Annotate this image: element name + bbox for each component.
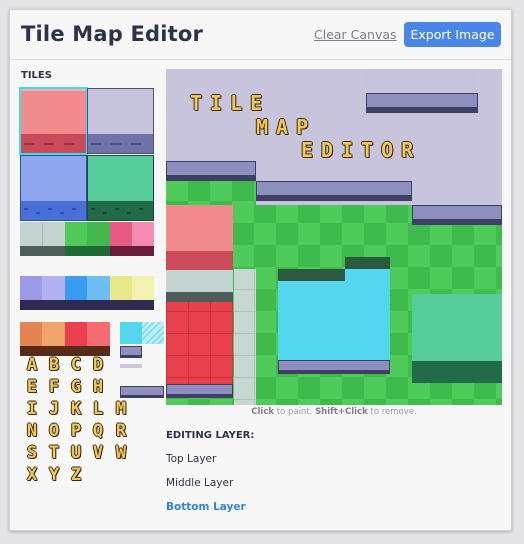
map-canvas[interactable]: TILE MAP EDITOR bbox=[166, 69, 502, 405]
letter-tile-s[interactable]: S bbox=[22, 443, 42, 463]
canvas-title-tile: TILE bbox=[190, 91, 271, 115]
letter-tile-t[interactable]: T bbox=[44, 443, 64, 463]
hint-click: Click bbox=[251, 407, 275, 417]
layer-option-bottom[interactable]: Bottom Layer bbox=[166, 501, 246, 513]
letter-tile-l[interactable]: L bbox=[88, 399, 108, 419]
layer-option-middle[interactable]: Middle Layer bbox=[166, 477, 233, 489]
letter-tile-r[interactable]: R bbox=[110, 421, 132, 441]
letter-tile-f[interactable]: F bbox=[44, 377, 64, 397]
letter-tile-u[interactable]: U bbox=[66, 443, 86, 463]
layer-option-top[interactable]: Top Layer bbox=[166, 453, 216, 465]
letter-tile-v[interactable]: V bbox=[88, 443, 108, 463]
letter-tile-m[interactable]: M bbox=[110, 399, 132, 419]
tile-cyan[interactable] bbox=[120, 322, 142, 344]
tiles-heading: TILES bbox=[21, 70, 52, 81]
letter-tile-w[interactable]: W bbox=[110, 443, 132, 463]
tile-strip-gray-green-pink[interactable] bbox=[20, 222, 154, 256]
letter-tile-e[interactable]: E bbox=[22, 377, 42, 397]
hint-shift-text: to remove. bbox=[367, 407, 417, 417]
letter-tile-k[interactable]: K bbox=[66, 399, 86, 419]
hint-click-text: to paint. bbox=[274, 407, 316, 417]
export-image-button[interactable]: Export Image bbox=[404, 22, 501, 47]
app-title: Tile Map Editor bbox=[21, 22, 204, 46]
letter-tile-c[interactable]: C bbox=[66, 355, 86, 375]
hint-shift-click: Shift+Click bbox=[315, 407, 368, 417]
letter-tile-z[interactable]: Z bbox=[66, 465, 86, 485]
letter-tile-q[interactable]: Q bbox=[88, 421, 108, 441]
tile-stone-ledge-wide[interactable] bbox=[120, 386, 164, 398]
tile-stone-line[interactable] bbox=[120, 364, 142, 368]
letter-tile-n[interactable]: N bbox=[22, 421, 42, 441]
canvas-title-map: MAP bbox=[256, 115, 317, 139]
canvas-title-editor: EDITOR bbox=[301, 138, 422, 162]
letter-tile-p[interactable]: P bbox=[66, 421, 86, 441]
tile-pink-block[interactable] bbox=[19, 87, 88, 155]
letter-tile-o[interactable]: O bbox=[44, 421, 64, 441]
canvas-hint: Click to paint. Shift+Click to remove. bbox=[166, 407, 502, 417]
letter-tile-h[interactable]: H bbox=[88, 377, 108, 397]
editor-card: Tile Map Editor Clear Canvas Export Imag… bbox=[9, 9, 512, 531]
letter-tile-j[interactable]: J bbox=[44, 399, 64, 419]
tile-stone-ledge-small[interactable] bbox=[120, 346, 142, 358]
clear-canvas-link[interactable]: Clear Canvas bbox=[314, 27, 397, 42]
header: Tile Map Editor Clear Canvas Export Imag… bbox=[10, 10, 511, 60]
tile-strip-purple-blue-yellow[interactable] bbox=[20, 276, 154, 310]
letter-tile-d[interactable]: D bbox=[88, 355, 108, 375]
letter-tile-y[interactable]: Y bbox=[44, 465, 64, 485]
tile-cyan-hatched[interactable] bbox=[142, 322, 164, 344]
letter-tile-i[interactable]: I bbox=[22, 399, 42, 419]
tile-strip-orange-red[interactable] bbox=[20, 322, 118, 356]
tile-teal-block[interactable] bbox=[87, 155, 154, 221]
letter-tile-x[interactable]: X bbox=[22, 465, 42, 485]
letter-tile-a[interactable]: A bbox=[22, 355, 42, 375]
letter-tile-g[interactable]: G bbox=[66, 377, 86, 397]
tile-lavender-block[interactable] bbox=[87, 88, 154, 154]
letter-tile-b[interactable]: B bbox=[44, 355, 64, 375]
editing-layer-heading: EDITING LAYER: bbox=[166, 430, 255, 441]
tile-blue-block[interactable] bbox=[20, 155, 87, 221]
